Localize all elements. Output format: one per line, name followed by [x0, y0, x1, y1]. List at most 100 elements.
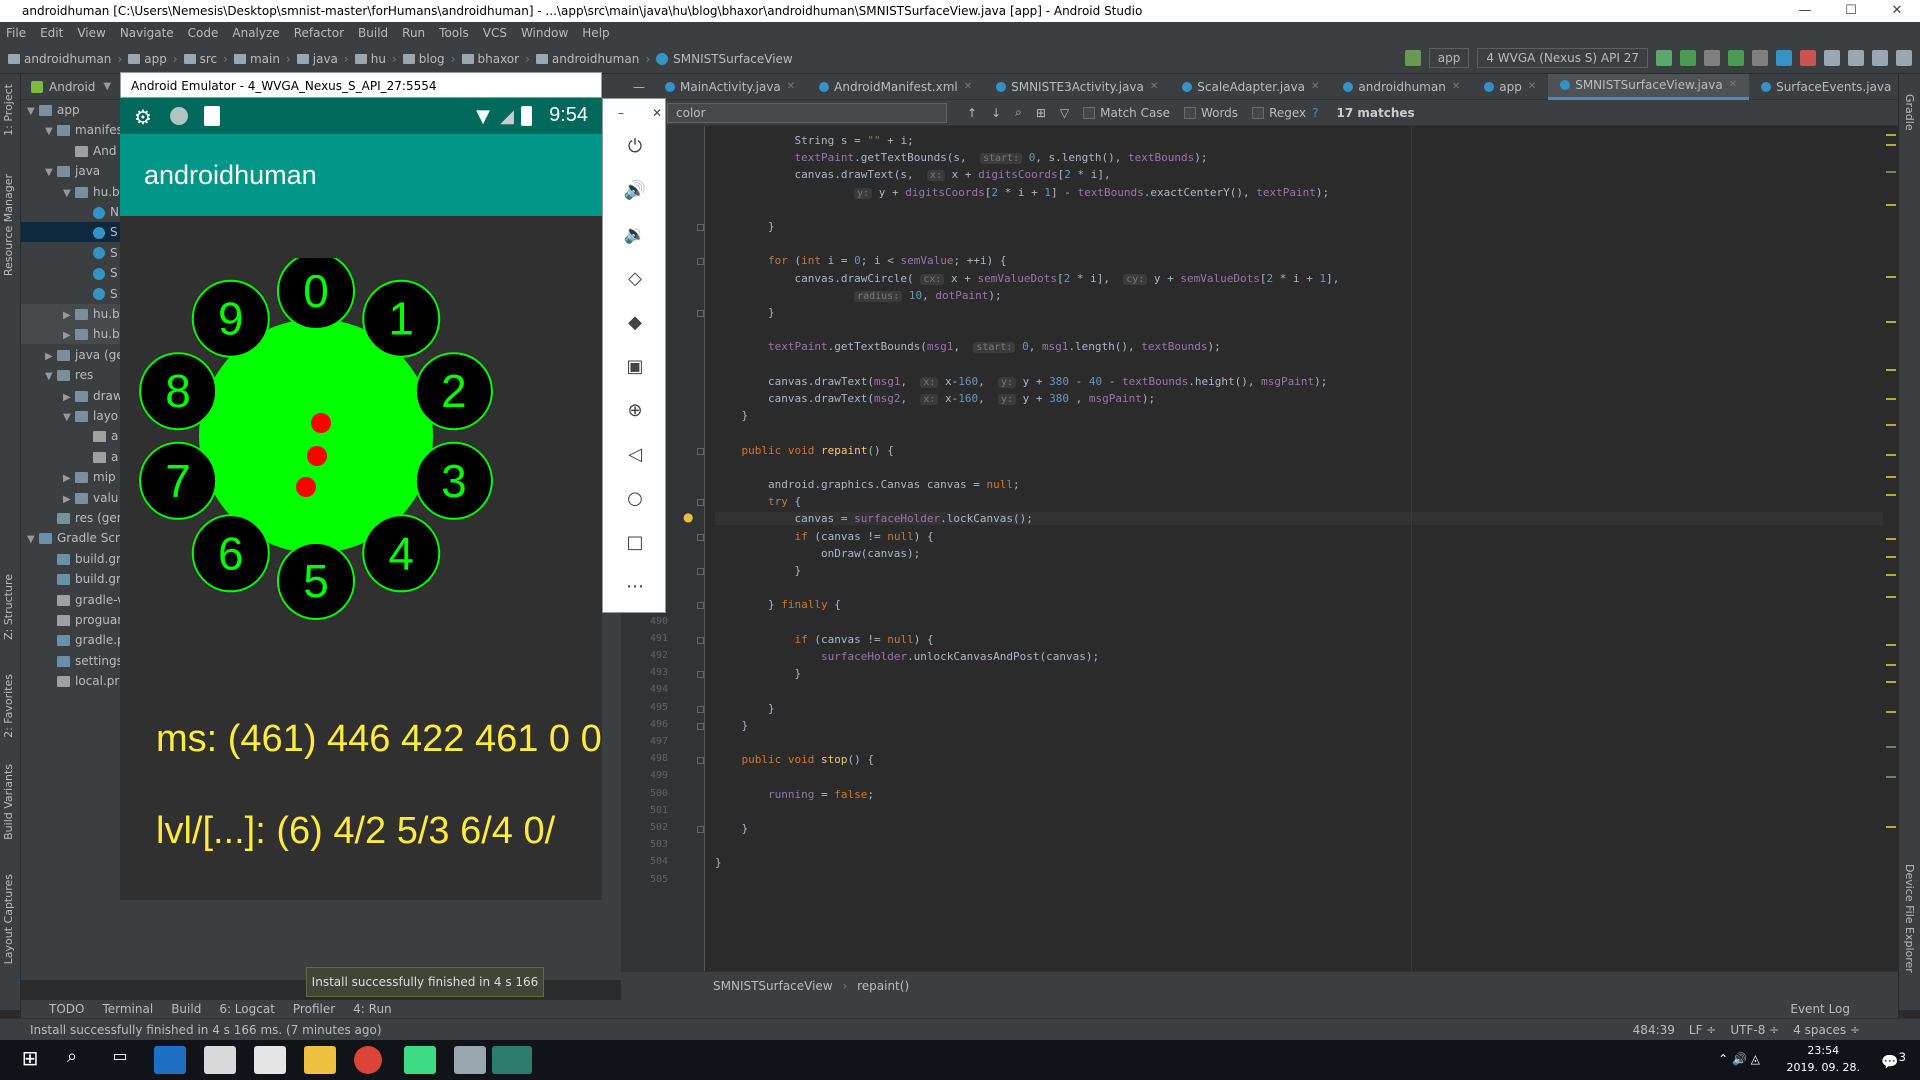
collapsed-arrow-icon[interactable]: ▶ — [63, 469, 75, 489]
profile-icon[interactable] — [1752, 50, 1768, 66]
search-match-marker[interactable] — [1886, 369, 1896, 371]
tree-item[interactable]: ▼ res — [21, 365, 93, 385]
breadcrumb-item[interactable]: hu › — [354, 52, 397, 66]
fold-marker-icon[interactable] — [697, 722, 704, 730]
tree-item[interactable]: ▼ java — [21, 161, 100, 181]
menu-file[interactable]: File — [6, 26, 26, 40]
expanded-arrow-icon[interactable]: ▼ — [27, 102, 39, 122]
tool-build[interactable]: Build — [171, 1002, 201, 1016]
menu-build[interactable]: Build — [358, 26, 388, 40]
code-line[interactable]: try { — [715, 495, 801, 508]
code-line[interactable]: } finally { — [715, 598, 841, 611]
android-studio-icon[interactable] — [404, 1046, 436, 1074]
chrome-icon[interactable] — [354, 1046, 382, 1074]
search-match-marker[interactable] — [1886, 204, 1896, 206]
tool-resource-manager[interactable]: Resource Manager — [2, 174, 15, 276]
code-line[interactable]: canvas.drawText(msg1, x: x-160, y: y + 3… — [715, 375, 1327, 388]
device-select[interactable]: 4 WVGA (Nexus S) API 27 — [1477, 48, 1648, 68]
fold-marker-icon[interactable] — [697, 602, 704, 610]
tree-item[interactable]: ▶ mip — [21, 467, 116, 487]
crumb-method[interactable]: repaint() — [857, 979, 909, 993]
tab-close-icon[interactable]: ✕ — [1150, 74, 1158, 100]
active-app-icon[interactable] — [492, 1046, 532, 1074]
breadcrumb-item[interactable]: java › — [296, 52, 349, 66]
camera-icon[interactable]: ▣ — [623, 355, 647, 379]
tree-item[interactable]: ▶ draw — [21, 386, 123, 406]
tab-close-icon[interactable]: ✕ — [1729, 72, 1737, 98]
volume-down-icon[interactable]: 🔉 — [623, 223, 647, 247]
close-icon[interactable]: ✕ — [1874, 0, 1920, 22]
search-icon[interactable]: ⌕ — [56, 1046, 88, 1074]
search-match-marker[interactable] — [1886, 681, 1896, 683]
run-icon[interactable] — [1656, 50, 1672, 66]
windows-start-icon[interactable]: ⊞ — [14, 1046, 46, 1074]
tool-project[interactable]: 1: Project — [2, 84, 15, 136]
tree-item[interactable]: ▼ hu.b — [21, 182, 120, 202]
tree-item[interactable]: gradle.p — [21, 630, 125, 650]
lightbulb-icon[interactable]: ● — [683, 510, 693, 524]
search-match-marker[interactable] — [1886, 424, 1896, 426]
mail-icon[interactable] — [254, 1046, 286, 1074]
tool-gradle[interactable]: Gradle — [1903, 94, 1916, 131]
tray-icons[interactable]: ⌃ 🔊 ◬ — [1718, 1052, 1760, 1066]
code-line[interactable]: } — [715, 719, 748, 732]
fold-marker-icon[interactable] — [697, 224, 704, 231]
code-line[interactable]: } — [715, 856, 722, 869]
editor-tab[interactable]: SMNISTSurfaceView.java ✕ — [1548, 72, 1750, 100]
expanded-arrow-icon[interactable]: ▼ — [63, 184, 75, 204]
breadcrumb-item[interactable]: SMNISTSurfaceView — [656, 52, 793, 66]
code-line[interactable]: canvas.drawText(msg2, x: x-160, y: y + 3… — [715, 392, 1155, 405]
tree-item[interactable]: a — [21, 447, 118, 467]
breadcrumb-item[interactable]: androidhuman › — [8, 52, 122, 66]
zoom-icon[interactable]: ⊕ — [623, 399, 647, 423]
search-match-marker[interactable] — [1886, 746, 1896, 748]
code-line[interactable]: } — [715, 667, 801, 680]
code-line[interactable]: if (canvas != null) { — [715, 633, 933, 646]
tab-close-icon[interactable]: ✕ — [1528, 74, 1536, 100]
search-match-marker[interactable] — [1886, 494, 1896, 496]
breadcrumb-item[interactable]: blog › — [402, 52, 456, 66]
emulator-close-icon[interactable]: ✕ — [645, 101, 669, 125]
code-line[interactable]: canvas.drawText(s, x: x + digitsCoords[2… — [715, 168, 1111, 182]
menu-edit[interactable]: Edit — [40, 26, 63, 40]
fold-marker-icon[interactable] — [697, 636, 704, 644]
editor-tab[interactable]: ScaleAdapter.java ✕ — [1170, 74, 1331, 100]
fold-marker-icon[interactable] — [697, 826, 704, 833]
code-line[interactable]: } — [715, 220, 775, 233]
search-match-marker[interactable] — [1886, 454, 1896, 456]
next-occurrence-icon[interactable]: ↓ — [991, 106, 1001, 120]
tree-item[interactable]: S — [21, 263, 118, 283]
tree-item[interactable]: proguar — [21, 610, 122, 630]
tool-structure[interactable]: Z: Structure — [2, 574, 15, 640]
breadcrumb-item[interactable]: main › — [233, 52, 291, 66]
emulator-taskbar-icon[interactable] — [454, 1046, 486, 1074]
code-line[interactable]: } — [715, 702, 775, 715]
back-icon[interactable]: ◁ — [623, 443, 647, 467]
tree-item[interactable]: build.gr — [21, 569, 121, 589]
expanded-arrow-icon[interactable]: ▼ — [45, 122, 57, 142]
menu-help[interactable]: Help — [582, 26, 609, 40]
sdk-manager-icon[interactable] — [1872, 50, 1888, 66]
tree-item[interactable]: ▶ java (ge — [21, 345, 124, 365]
search-match-marker[interactable] — [1886, 276, 1896, 278]
code-line[interactable]: canvas = surfaceHolder.lockCanvas(); — [715, 512, 1883, 526]
caret-position[interactable]: 484:39 — [1633, 1019, 1675, 1041]
tree-item[interactable]: gradle-v — [21, 590, 124, 610]
filter-icon[interactable]: ▽ — [1060, 106, 1069, 120]
indent-setting[interactable]: 4 spaces ÷ — [1793, 1019, 1860, 1041]
expanded-arrow-icon[interactable]: ▼ — [63, 408, 75, 428]
fold-marker-icon[interactable] — [697, 447, 704, 455]
code-line[interactable]: running = false; — [715, 788, 874, 801]
chevron-down-icon[interactable]: ▼ — [103, 81, 111, 92]
menu-code[interactable]: Code — [188, 26, 219, 40]
edge-icon[interactable] — [154, 1046, 186, 1074]
tree-item[interactable]: res (gen — [21, 508, 124, 528]
search-match-marker[interactable] — [1886, 574, 1896, 576]
breadcrumb-item[interactable]: src › — [183, 52, 228, 66]
tree-item[interactable]: N — [21, 202, 119, 222]
maximize-icon[interactable]: ☐ — [1828, 0, 1874, 22]
emulator-screen[interactable]: ⚙ ▼ ◢ 9:54 androidhuman 0 12 34 5 67 89 ms: (… — [120, 98, 602, 900]
menu-tools[interactable]: Tools — [439, 26, 469, 40]
breadcrumb-item[interactable]: androidhuman › — [535, 52, 650, 66]
more-icon[interactable]: ⋯ — [623, 575, 647, 599]
